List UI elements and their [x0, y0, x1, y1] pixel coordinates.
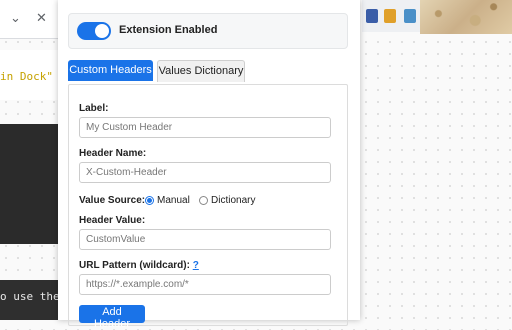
url-pattern-help-link[interactable]: ?	[193, 260, 199, 271]
code-line-bottom: o use the	[0, 290, 60, 303]
header-name-input[interactable]	[79, 162, 331, 183]
extension-toggle-card: Extension Enabled	[68, 13, 348, 49]
label-input[interactable]	[79, 117, 331, 138]
close-icon[interactable]: ✕	[36, 11, 47, 26]
chevron-down-icon[interactable]: ⌄	[10, 11, 21, 26]
dictionary-radio[interactable]	[199, 196, 208, 205]
header-value-input[interactable]	[79, 229, 331, 250]
url-pattern-label: URL Pattern (wildcard): ?	[79, 260, 199, 271]
dictionary-radio-label[interactable]: Dictionary	[211, 195, 255, 206]
value-source-label: Value Source:	[79, 195, 146, 206]
manual-radio[interactable]	[145, 196, 154, 205]
extension-popup: Extension Enabled Custom Headers Values …	[58, 0, 360, 330]
tab-values-dictionary[interactable]: Values Dictionary	[157, 60, 245, 82]
map-background	[420, 0, 512, 34]
value-source-row: Value Source: Manual Dictionary	[79, 195, 255, 206]
bookmark-icon[interactable]	[404, 9, 416, 23]
extension-toggle-label: Extension Enabled	[119, 24, 218, 36]
header-value-label: Header Value:	[79, 215, 146, 226]
tab-custom-headers[interactable]: Custom Headers	[68, 60, 153, 81]
code-block-dark	[0, 124, 58, 244]
url-pattern-input[interactable]	[79, 274, 331, 295]
add-header-button[interactable]: Add Header	[79, 305, 145, 330]
manual-radio-label[interactable]: Manual	[157, 195, 190, 206]
toggle-knob	[95, 24, 109, 38]
code-snippet-top: in Dock"	[0, 50, 58, 100]
bookmark-icon[interactable]	[384, 9, 396, 23]
label-field-label: Label:	[79, 103, 109, 114]
bookmark-icon[interactable]	[366, 9, 378, 23]
code-line-top: in Dock"	[0, 70, 53, 83]
extension-toggle-switch[interactable]	[77, 22, 111, 40]
code-snippet-bottom: o use the	[0, 280, 60, 320]
header-name-label: Header Name:	[79, 148, 147, 159]
header-form: Label: Header Name: Value Source: Manual…	[68, 84, 348, 330]
browser-tab-strip: ⌄ ✕	[0, 0, 58, 39]
url-pattern-label-text: URL Pattern (wildcard):	[79, 260, 190, 271]
